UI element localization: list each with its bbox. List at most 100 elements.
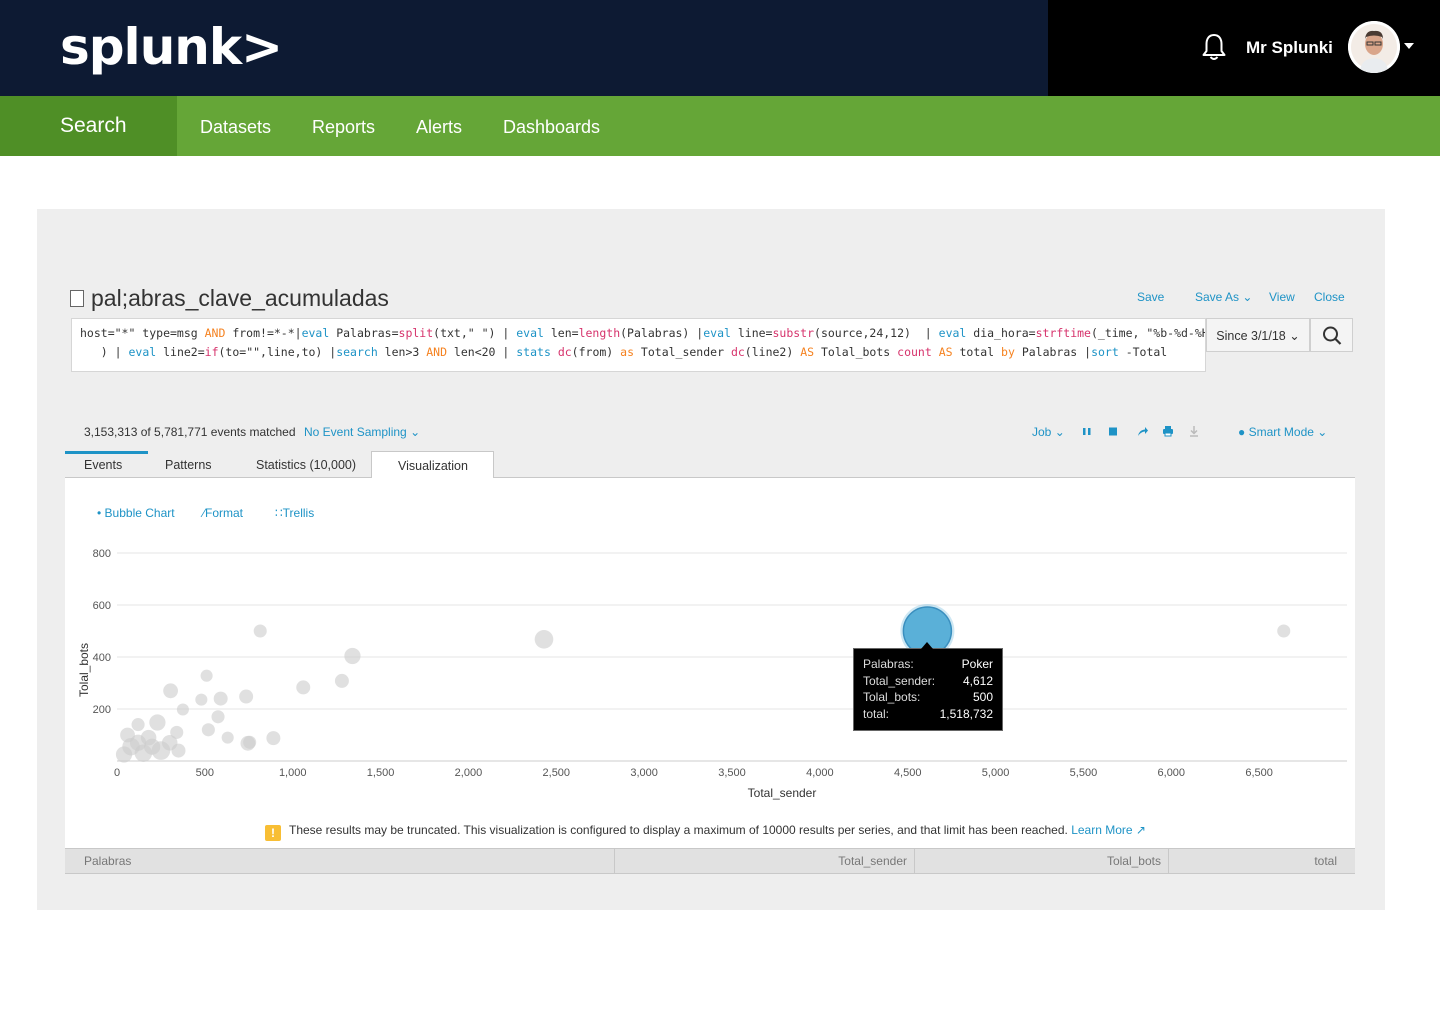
view-button[interactable]: View: [1269, 290, 1295, 304]
tooltip-row: Tolal_bots: 500: [863, 689, 993, 706]
column-divider: [1168, 849, 1169, 873]
y-tick-label: 200: [93, 704, 111, 716]
column-header-total-bots[interactable]: Tolal_bots: [1107, 849, 1161, 873]
x-tick-label: 5,500: [1070, 767, 1098, 779]
data-bubble: [134, 744, 153, 762]
y-tick-label: 400: [93, 652, 111, 664]
trellis-label: Trellis: [282, 506, 315, 520]
x-tick-label: 0: [114, 767, 120, 779]
job-menu[interactable]: Job ⌄: [1032, 425, 1065, 439]
chevron-down-icon: ⌄: [1054, 425, 1065, 439]
time-range-picker[interactable]: Since 3/1/18 ⌄: [1206, 318, 1310, 352]
close-button[interactable]: Close: [1314, 290, 1345, 304]
column-header-palabras[interactable]: Palabras: [84, 849, 131, 873]
nav-alerts[interactable]: Alerts: [416, 96, 462, 156]
warning-icon: !: [265, 825, 281, 841]
tab-patterns[interactable]: Patterns: [147, 451, 230, 478]
tab-visualization[interactable]: Visualization: [371, 451, 494, 478]
tab-statistics[interactable]: Statistics (10,000): [238, 451, 374, 478]
mode-label: Smart Mode: [1248, 425, 1314, 439]
tooltip-key: Palabras:: [863, 657, 914, 671]
tooltip-value: 500: [972, 690, 993, 704]
download-icon[interactable]: [1187, 424, 1201, 438]
events-matched: 3,153,313 of 5,781,771 events matched: [84, 425, 296, 439]
x-tick-label: 6,000: [1158, 767, 1186, 779]
nav-datasets[interactable]: Datasets: [200, 96, 271, 156]
trellis-button[interactable]: ∷Trellis: [275, 506, 314, 520]
chevron-down-icon: ⌄: [410, 425, 421, 439]
save-button[interactable]: Save: [1137, 290, 1164, 304]
results-table-header: Palabras Total_sender Tolal_bots total: [65, 848, 1355, 874]
learn-more-link[interactable]: Learn More ↗: [1071, 823, 1146, 837]
x-tick-label: 3,000: [630, 767, 658, 779]
chevron-down-icon: ⌄: [1317, 425, 1328, 439]
x-tick-label: 500: [196, 767, 214, 779]
chart-tooltip: Palabras: Poker Total_sender: 4,612 Tolal_bo…: [853, 642, 1003, 731]
data-bubble: [151, 741, 171, 760]
external-link-icon: ↗: [1135, 823, 1146, 837]
data-bubble: [176, 703, 189, 716]
column-header-total-sender[interactable]: Total_sender: [838, 849, 907, 873]
tooltip-row: total: 1,518,732: [863, 706, 993, 723]
column-header-total[interactable]: total: [1314, 849, 1337, 873]
search-mode-dropdown[interactable]: ● Smart Mode ⌄: [1238, 425, 1327, 439]
nav-search[interactable]: Search: [0, 96, 177, 156]
data-bubble: [211, 710, 225, 724]
search-query-input[interactable]: host="*" type=msg AND from!=*-*|eval Pal…: [71, 318, 1206, 372]
data-bubble: [239, 689, 254, 704]
nav-reports[interactable]: Reports: [312, 96, 375, 156]
event-sampling-dropdown[interactable]: No Event Sampling ⌄: [304, 425, 420, 439]
search-button[interactable]: [1310, 318, 1353, 352]
column-divider: [914, 849, 915, 873]
tooltip-key: Total_sender:: [863, 673, 936, 688]
bubble-chart-label: Bubble Chart: [104, 506, 175, 520]
share-icon[interactable]: [1135, 424, 1149, 438]
save-as-label: Save As: [1195, 290, 1240, 304]
save-as-button[interactable]: Save As ⌄: [1195, 290, 1252, 304]
y-tick-label: 600: [93, 600, 111, 612]
data-bubble: [334, 673, 349, 688]
x-tick-label: 1,500: [367, 767, 395, 779]
x-axis-title: Total_sender: [748, 786, 817, 800]
x-tick-label: 1,000: [279, 767, 307, 779]
chevron-down-icon: ⌄: [1289, 329, 1300, 343]
data-bubble: [201, 723, 215, 737]
caret-down-icon[interactable]: [1404, 43, 1414, 49]
data-bubble: [120, 727, 135, 743]
data-bubble: [115, 746, 133, 763]
warning-text: These results may be truncated. This vis…: [289, 823, 1068, 837]
format-button[interactable]: ⁄Format: [203, 506, 243, 520]
data-bubble: [149, 714, 166, 731]
nav-dashboards[interactable]: Dashboards: [503, 96, 600, 156]
top-bar: splunk> Mr Splunki: [0, 0, 1440, 96]
bubble-chart-button[interactable]: • Bubble Chart: [97, 506, 175, 520]
x-tick-label: 3,500: [718, 767, 746, 779]
document-icon: [70, 290, 84, 307]
bubble-chart-icon: •: [97, 506, 102, 520]
data-bubble: [344, 647, 361, 665]
bubble-chart: 200 400 600 800 0 500 1,000 1,500 2,000 2,500 3,00…: [77, 548, 1347, 800]
tab-events[interactable]: Events: [66, 451, 140, 478]
print-icon[interactable]: [1161, 424, 1175, 438]
avatar[interactable]: [1348, 21, 1400, 73]
sampling-label: No Event Sampling: [304, 425, 407, 439]
tooltip-key: total:: [863, 706, 890, 721]
data-bubble: [171, 743, 186, 758]
x-tick-label: 6,500: [1245, 767, 1273, 779]
bell-icon[interactable]: [1200, 32, 1228, 62]
tooltip-value: 1,518,732: [939, 706, 993, 721]
report-title: pal;abras_clave_acumuladas: [91, 285, 389, 311]
search-icon: [1323, 326, 1342, 345]
y-axis-title: Tolal_bots: [77, 643, 91, 697]
pause-icon[interactable]: [1080, 424, 1094, 438]
splunk-logo[interactable]: splunk>: [60, 18, 283, 76]
data-bubble: [200, 669, 213, 682]
data-bubble: [240, 735, 256, 751]
data-bubble: [170, 725, 184, 739]
username[interactable]: Mr Splunki: [1246, 38, 1333, 58]
query-line-2: ) | eval line2=if(to="",line,to) |search…: [80, 345, 1168, 359]
stop-icon[interactable]: [1106, 424, 1120, 438]
chevron-down-icon: ⌄: [1242, 290, 1253, 304]
x-tick-label: 4,000: [806, 767, 834, 779]
tooltip-row: Total_sender: 4,612: [863, 673, 993, 690]
